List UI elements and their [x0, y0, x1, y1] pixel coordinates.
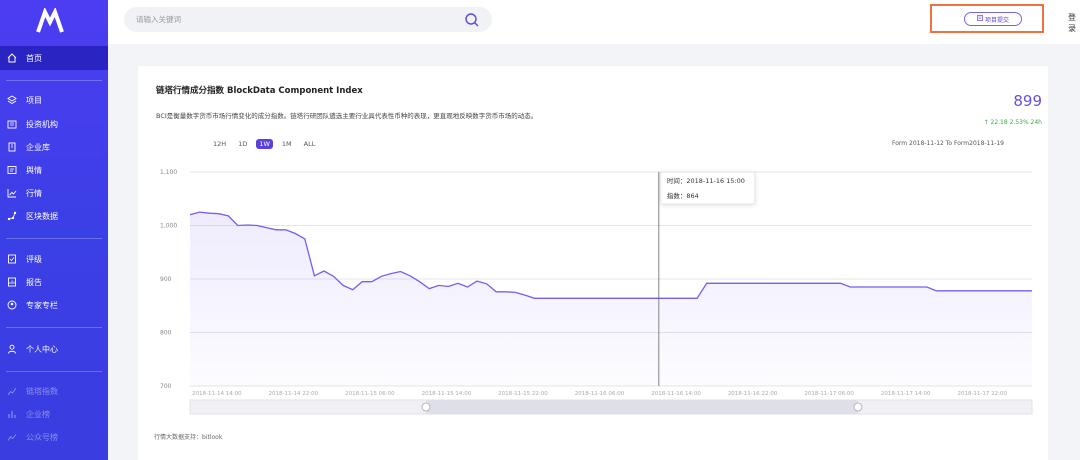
sidebar-item-label: 区块数据 — [26, 211, 58, 221]
x-tick-label: 2018-11-16 14:00 — [651, 391, 701, 397]
sidebar-divider — [6, 327, 102, 328]
sidebar-item-blockdata[interactable]: 区块数据 — [0, 205, 108, 227]
x-tick-label: 2018-11-15 22:00 — [498, 391, 548, 397]
sidebar-divider — [6, 371, 102, 372]
range-slider-handle-right[interactable] — [853, 402, 863, 412]
building-icon — [6, 141, 18, 153]
sidebar-item-label: 评级 — [26, 254, 42, 264]
sidebar-item-label: 企业库 — [26, 142, 50, 152]
sidebar-item-label: 企业榜 — [26, 409, 50, 419]
sidebar-item-label: 专家专栏 — [26, 300, 58, 310]
range-slider-selection — [426, 400, 858, 414]
y-tick-label: 900 — [160, 276, 172, 283]
sidebar-item-label: 行情 — [26, 188, 42, 198]
y-tick-label: 700 — [160, 383, 172, 390]
top-bar: 项目提交 登录 — [108, 0, 1080, 44]
sidebar-item-label: 公众号榜 — [26, 432, 58, 442]
edit-icon — [977, 15, 983, 23]
series-area — [190, 212, 1032, 386]
home-icon — [6, 52, 18, 64]
data-source-note: 行情大数据支持：bitlook — [154, 434, 223, 441]
news-icon — [6, 164, 18, 176]
layers-icon — [6, 94, 18, 106]
sidebar-item-reports[interactable]: 报告 — [0, 271, 108, 293]
sidebar-item-label: 个人中心 — [26, 344, 58, 354]
sidebar-item-wechat-rank[interactable]: 公众号榜 — [0, 426, 108, 448]
x-tick-label: 2018-11-17 22:00 — [957, 391, 1007, 397]
sidebar-item-rating[interactable]: 评级 — [0, 248, 108, 270]
sidebar-item-projects[interactable]: 项目 — [0, 89, 108, 111]
search-icon[interactable] — [464, 12, 480, 28]
institution-icon — [6, 118, 18, 130]
sidebar-item-label: 项目 — [26, 95, 42, 105]
sidebar: 首页 项目 投资机构 企业库 舆情 行情 区块数据 评级 报告 专家专栏 个人中… — [0, 0, 108, 460]
submit-highlight: 项目提交 — [930, 4, 1044, 33]
sidebar-item-company-rank[interactable]: 企业榜 — [0, 403, 108, 425]
x-tick-label: 2018-11-14 22:00 — [269, 391, 319, 397]
tooltip-value: 指数：864 — [667, 191, 699, 200]
sidebar-item-label: 链塔指数 — [26, 386, 58, 396]
x-tick-label: 2018-11-16 06:00 — [575, 391, 625, 397]
y-tick-label: 800 — [160, 330, 172, 337]
x-tick-label: 2018-11-16 22:00 — [728, 391, 778, 397]
sidebar-divider — [6, 238, 102, 239]
sidebar-item-institutions[interactable]: 投资机构 — [0, 113, 108, 135]
index-card: 链塔行情成分指数 BlockData Component Index BCI是衡… — [138, 66, 1048, 460]
search-input[interactable] — [136, 15, 436, 24]
blocks-icon — [6, 210, 18, 222]
x-tick-label: 2018-11-17 14:00 — [881, 391, 931, 397]
sidebar-item-companies[interactable]: 企业库 — [0, 136, 108, 158]
sidebar-item-label: 首页 — [26, 53, 42, 63]
rating-icon — [6, 253, 18, 265]
sidebar-item-experts[interactable]: 专家专栏 — [0, 294, 108, 316]
sidebar-item-label: 报告 — [26, 277, 42, 287]
sidebar-item-home[interactable]: 首页 — [0, 46, 108, 70]
submit-project-label: 项目提交 — [984, 16, 1009, 24]
wechat-rank-icon — [6, 431, 18, 443]
submit-project-button[interactable]: 项目提交 — [964, 12, 1022, 26]
x-tick-label: 2018-11-15 14:00 — [422, 391, 472, 397]
user-icon — [6, 343, 18, 355]
sidebar-item-index[interactable]: 链塔指数 — [0, 380, 108, 402]
sidebar-item-profile[interactable]: 个人中心 — [0, 338, 108, 360]
index-icon — [6, 385, 18, 397]
y-tick-label: 1,100 — [160, 169, 177, 176]
sidebar-item-market[interactable]: 行情 — [0, 182, 108, 204]
sidebar-divider — [6, 80, 102, 81]
sidebar-item-news[interactable]: 舆情 — [0, 159, 108, 181]
expert-icon — [6, 299, 18, 311]
x-tick-label: 2018-11-15 06:00 — [345, 391, 395, 397]
tooltip-time: 时间：2018-11-16 15:00 — [667, 176, 745, 185]
x-tick-label: 2018-11-17 06:00 — [804, 391, 854, 397]
y-tick-label: 1,000 — [160, 223, 177, 230]
rank-icon — [6, 408, 18, 420]
sidebar-item-label: 舆情 — [26, 165, 42, 175]
range-slider-handle-left[interactable] — [421, 402, 431, 412]
search-bar — [124, 7, 492, 32]
report-icon — [6, 276, 18, 288]
sidebar-item-label: 投资机构 — [26, 119, 58, 129]
login-link[interactable]: 登录 — [1068, 12, 1080, 34]
brand-logo[interactable] — [36, 8, 64, 34]
trend-icon — [6, 187, 18, 199]
index-line-chart[interactable]: 1,100 1,000 900 800 700 2018-11-14 14:00 2018-… — [138, 66, 1048, 460]
x-tick-label: 2018-11-14 14:00 — [192, 391, 242, 397]
